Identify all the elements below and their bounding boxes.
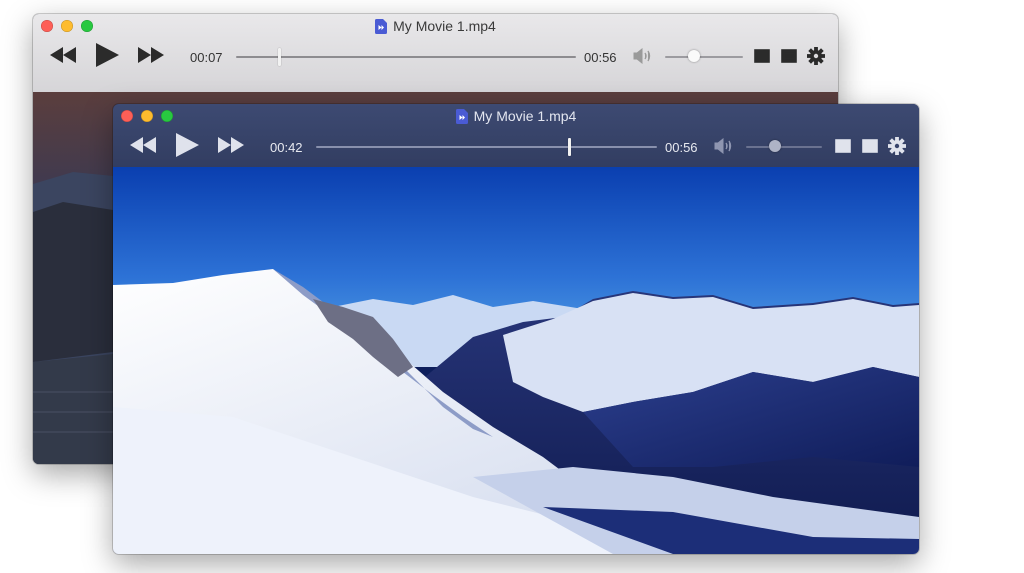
seek-handle[interactable] bbox=[278, 48, 281, 66]
window-title-group: My Movie 1.mp4 bbox=[33, 18, 838, 34]
window-title: My Movie 1.mp4 bbox=[473, 108, 577, 124]
elapsed-time: 00:07 bbox=[190, 50, 223, 65]
elapsed-time: 00:42 bbox=[270, 140, 303, 155]
video-area[interactable] bbox=[113, 167, 919, 554]
title-bar[interactable]: My Movie 1.mp4 00:42 00:56 bbox=[113, 104, 919, 168]
transport-bar: 00:42 00:56 bbox=[113, 132, 919, 160]
play-icon[interactable] bbox=[174, 132, 200, 158]
volume-knob[interactable] bbox=[769, 140, 781, 152]
pip-icon[interactable] bbox=[754, 49, 770, 63]
duration-time: 00:56 bbox=[584, 50, 617, 65]
document-icon bbox=[455, 108, 468, 124]
gear-icon[interactable] bbox=[888, 137, 906, 155]
volume-slider[interactable] bbox=[665, 56, 743, 58]
volume-knob[interactable] bbox=[688, 50, 700, 62]
window-title-group: My Movie 1.mp4 bbox=[113, 108, 919, 124]
volume-slider[interactable] bbox=[746, 146, 822, 148]
video-frame-mountains bbox=[113, 167, 919, 554]
seek-bar[interactable] bbox=[316, 146, 657, 148]
volume-icon[interactable] bbox=[714, 138, 736, 154]
transport-bar: 00:07 00:56 bbox=[33, 42, 838, 70]
player-window-front[interactable]: My Movie 1.mp4 00:42 00:56 bbox=[113, 104, 919, 554]
document-icon bbox=[375, 18, 388, 34]
fast-forward-icon[interactable] bbox=[217, 136, 245, 154]
gear-icon[interactable] bbox=[807, 47, 825, 65]
seek-handle[interactable] bbox=[568, 138, 571, 156]
duration-time: 00:56 bbox=[665, 140, 698, 155]
pip-icon[interactable] bbox=[835, 139, 851, 153]
window-title: My Movie 1.mp4 bbox=[393, 18, 496, 34]
volume-icon[interactable] bbox=[633, 48, 655, 64]
rewind-icon[interactable] bbox=[129, 136, 157, 154]
fast-forward-icon[interactable] bbox=[137, 46, 165, 64]
playlist-icon[interactable] bbox=[862, 139, 878, 153]
playlist-icon[interactable] bbox=[781, 49, 797, 63]
title-bar[interactable]: My Movie 1.mp4 00:07 00:56 bbox=[33, 14, 838, 93]
play-icon[interactable] bbox=[94, 42, 120, 68]
seek-bar[interactable] bbox=[236, 56, 576, 58]
rewind-icon[interactable] bbox=[49, 46, 77, 64]
